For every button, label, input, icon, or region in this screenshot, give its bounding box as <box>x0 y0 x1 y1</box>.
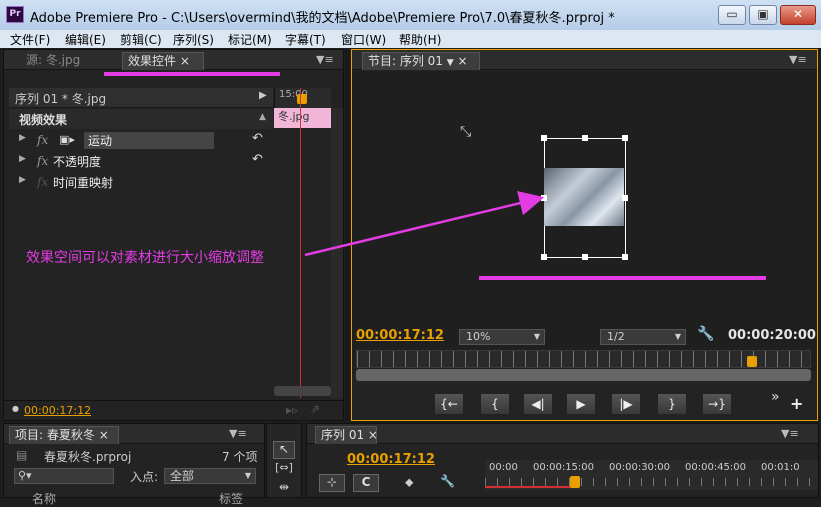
inpoint-label: 入点: <box>130 470 159 484</box>
ruler-label: 00:00 <box>489 462 518 473</box>
ruler-label: 00:00:15:00 <box>533 462 595 473</box>
add-marker-icon[interactable]: ⬥ <box>405 475 413 490</box>
ruler-ticks <box>485 478 818 486</box>
tab-sequence[interactable]: 序列 01 × <box>315 426 378 444</box>
timeline-timecode[interactable]: 00:00:17:12 <box>347 452 435 467</box>
selection-tool-icon[interactable]: ↖ <box>273 441 295 459</box>
tab-close-icon[interactable]: × <box>99 428 109 442</box>
ruler-label: 00:00:30:00 <box>609 462 671 473</box>
tab-close-icon[interactable]: × <box>368 428 378 442</box>
playhead-icon[interactable] <box>570 476 580 488</box>
track-select-tool-icon[interactable]: [⇔] <box>273 461 295 477</box>
timeline-panel: 序列 01 × ▼≡ 00:00:17:12 ⊹ C ⬥ 🔧 00:00 00:… <box>306 423 819 498</box>
inpoint-value: 全部 <box>170 469 195 483</box>
tab-project-label: 项目: 春夏秋冬 <box>15 428 95 442</box>
snap-icon[interactable]: ⊹ <box>319 474 345 492</box>
timeline-tabbar: 序列 01 × ▼≡ <box>307 424 818 444</box>
work-area-bar <box>485 486 575 488</box>
tab-sequence-label: 序列 01 <box>321 428 365 442</box>
ripple-edit-tool-icon[interactable]: ⇹ <box>273 480 295 496</box>
ruler-label: 00:01:0 <box>761 462 800 473</box>
search-input[interactable]: ⚲▾ <box>14 468 114 484</box>
settings-wrench-icon[interactable]: 🔧 <box>440 474 455 488</box>
project-panel: 项目: 春夏秋冬 × ▼≡ ▤ 春夏秋冬.prproj 7 个项 ⚲▾ 入点: … <box>3 423 265 506</box>
tools-panel: ↖ [⇔] ⇹ <box>266 423 302 498</box>
search-icon: ⚲▾ <box>18 469 32 482</box>
project-tabbar: 项目: 春夏秋冬 × ▼≡ <box>4 424 264 444</box>
tab-project[interactable]: 项目: 春夏秋冬 × <box>9 426 119 444</box>
panel-menu-icon[interactable]: ▼≡ <box>229 427 247 440</box>
linked-selection-icon[interactable]: C <box>353 474 379 492</box>
column-label-header[interactable]: 标签 <box>219 490 243 507</box>
project-file-name: 春夏秋冬.prproj <box>44 450 132 464</box>
folder-icon: ▤ <box>16 448 28 462</box>
panel-menu-icon[interactable]: ▼≡ <box>781 427 799 440</box>
chevron-down-icon: ▼ <box>244 471 251 480</box>
item-count: 7 个项 <box>222 450 258 464</box>
ruler-label: 00:00:45:00 <box>685 462 747 473</box>
column-name-header[interactable]: 名称 <box>32 490 56 507</box>
inpoint-select[interactable]: 全部 ▼ <box>164 468 256 484</box>
timeline-ruler[interactable]: 00:00 00:00:15:00 00:00:30:00 00:00:45:0… <box>485 460 818 490</box>
